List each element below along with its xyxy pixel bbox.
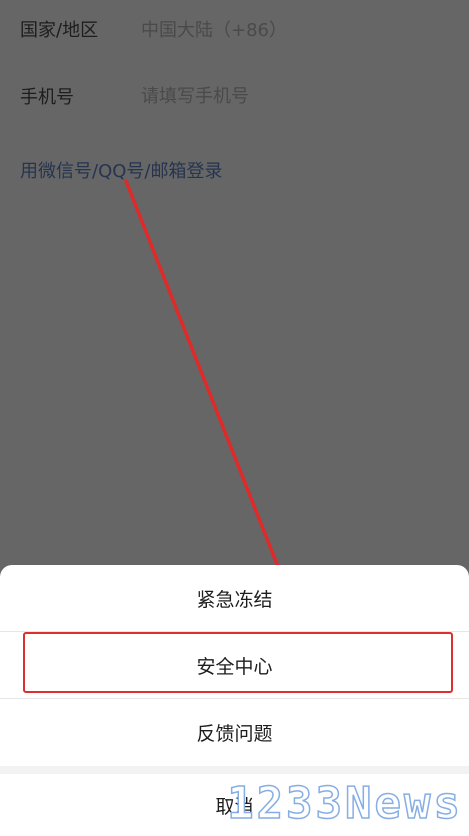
alt-login-link[interactable]: 用微信号/QQ号/邮箱登录 [20, 157, 222, 183]
country-row[interactable]: 国家/地区 中国大陆（+86） [20, 14, 469, 44]
cancel-button[interactable]: 取消 [0, 774, 469, 836]
country-label: 国家/地区 [20, 20, 99, 41]
feedback-option[interactable]: 反馈问题 [0, 699, 469, 765]
action-sheet: 紧急冻结 安全中心 反馈问题 取消 [0, 565, 469, 836]
phone-label: 手机号 [20, 87, 74, 108]
sheet-gap [0, 766, 469, 774]
emergency-freeze-option[interactable]: 紧急冻结 [0, 565, 469, 631]
phone-row: 手机号 [20, 81, 469, 111]
security-center-option[interactable]: 安全中心 [0, 632, 469, 698]
country-value[interactable]: 中国大陆（+86） [141, 16, 287, 42]
annotation-arrow-shaft [124, 179, 286, 584]
phone-input[interactable] [141, 85, 401, 107]
